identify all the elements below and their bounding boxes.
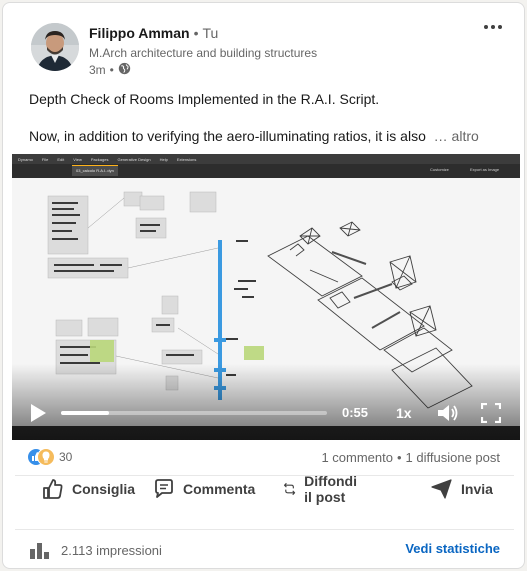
thumbs-up-icon (43, 479, 63, 499)
reposts-count-link[interactable]: 1 diffusione post (406, 450, 500, 465)
video-player[interactable]: Dynamo File Edit View Packages Generativ… (12, 154, 520, 440)
reactions-summary[interactable]: 30 (27, 448, 72, 466)
see-more-link[interactable]: … altro (434, 128, 479, 144)
comments-count-link[interactable]: 1 commento (321, 450, 393, 465)
impressions-count: 2.113 impressioni (61, 542, 162, 558)
post-text-line: Now, in addition to verifying the aero-i… (29, 128, 426, 144)
dynamo-menu-item: File (41, 156, 49, 162)
comment-icon (155, 479, 173, 498)
comment-button-label: Commenta (183, 481, 256, 497)
more-dots-icon (484, 25, 488, 29)
author-separator: • (193, 25, 199, 41)
author-headline: M.Arch architecture and building structu… (89, 46, 318, 60)
dynamo-menu-item: Edit (57, 156, 65, 162)
author-name[interactable]: Filippo Amman (89, 25, 190, 41)
video-timecode: 0:55 (342, 405, 369, 420)
author-avatar[interactable] (31, 23, 79, 71)
globe-icon (118, 62, 131, 78)
repost-button-label: Diffondi il post (304, 473, 357, 505)
post-text: Depth Check of Rooms Implemented in the … (29, 89, 509, 163)
bar-chart-icon (30, 543, 49, 559)
dynamo-menubar: Dynamo File Edit View Packages Generativ… (12, 154, 520, 164)
divider (15, 529, 514, 530)
post-text-line: Depth Check of Rooms Implemented in the … (29, 91, 380, 107)
send-icon (431, 479, 452, 499)
post-meta: 3m • (89, 62, 131, 78)
dynamo-file-tab: 03_calcolo R.A.I..dyn (72, 165, 118, 176)
send-button[interactable]: Invia (430, 476, 493, 502)
like-button[interactable]: Consiglia (41, 476, 135, 502)
insightful-reaction-icon (37, 448, 55, 466)
volume-icon (438, 405, 458, 421)
dynamo-menu-item: Generative Design (117, 156, 151, 162)
fullscreen-icon (480, 402, 502, 424)
dynamo-menu-item: Extensions (176, 156, 197, 162)
dynamo-menu-item: Packages (90, 156, 109, 162)
post-text-preview: Now, in addition to verifying the aero-i… (29, 126, 509, 146)
author-info: Filippo Amman • Tu (89, 25, 218, 41)
reaction-count: 30 (59, 450, 73, 464)
dynamo-menu-item: Help (159, 156, 168, 162)
meta-separator: • (109, 63, 114, 77)
connection-degree: Tu (202, 25, 219, 41)
dynamo-customize-button: Customize (430, 167, 449, 172)
fullscreen-button[interactable] (480, 402, 502, 424)
repost-icon (283, 482, 296, 496)
playback-speed-button[interactable]: 1x (396, 405, 412, 421)
video-controls-overlay (12, 364, 520, 440)
dynamo-menu-item: View (73, 156, 82, 162)
play-icon (31, 404, 46, 422)
feed-post-card: Filippo Amman • Tu M.Arch architecture a… (2, 2, 525, 569)
social-counts: 1 commento • 1 diffusione post (321, 450, 500, 465)
repost-button[interactable]: Diffondi il post (282, 473, 366, 505)
video-progress-fill (61, 411, 109, 415)
view-stats-link[interactable]: Vedi statistiche (405, 541, 500, 556)
dynamo-export-button: Export as Image (470, 167, 500, 172)
post-time: 3m (89, 63, 106, 77)
play-button[interactable] (29, 403, 47, 423)
dynamo-menu-item: Dynamo (18, 156, 33, 162)
social-separator: • (396, 450, 402, 465)
post-menu-button[interactable] (480, 17, 506, 37)
send-button-label: Invia (461, 481, 493, 497)
comment-button[interactable]: Commenta (152, 476, 255, 502)
reaction-icons (27, 448, 55, 466)
video-progress-bar[interactable] (61, 411, 327, 415)
volume-button[interactable] (437, 403, 459, 423)
impressions-summary: 2.113 impressioni (29, 541, 162, 559)
like-button-label: Consiglia (72, 481, 136, 497)
